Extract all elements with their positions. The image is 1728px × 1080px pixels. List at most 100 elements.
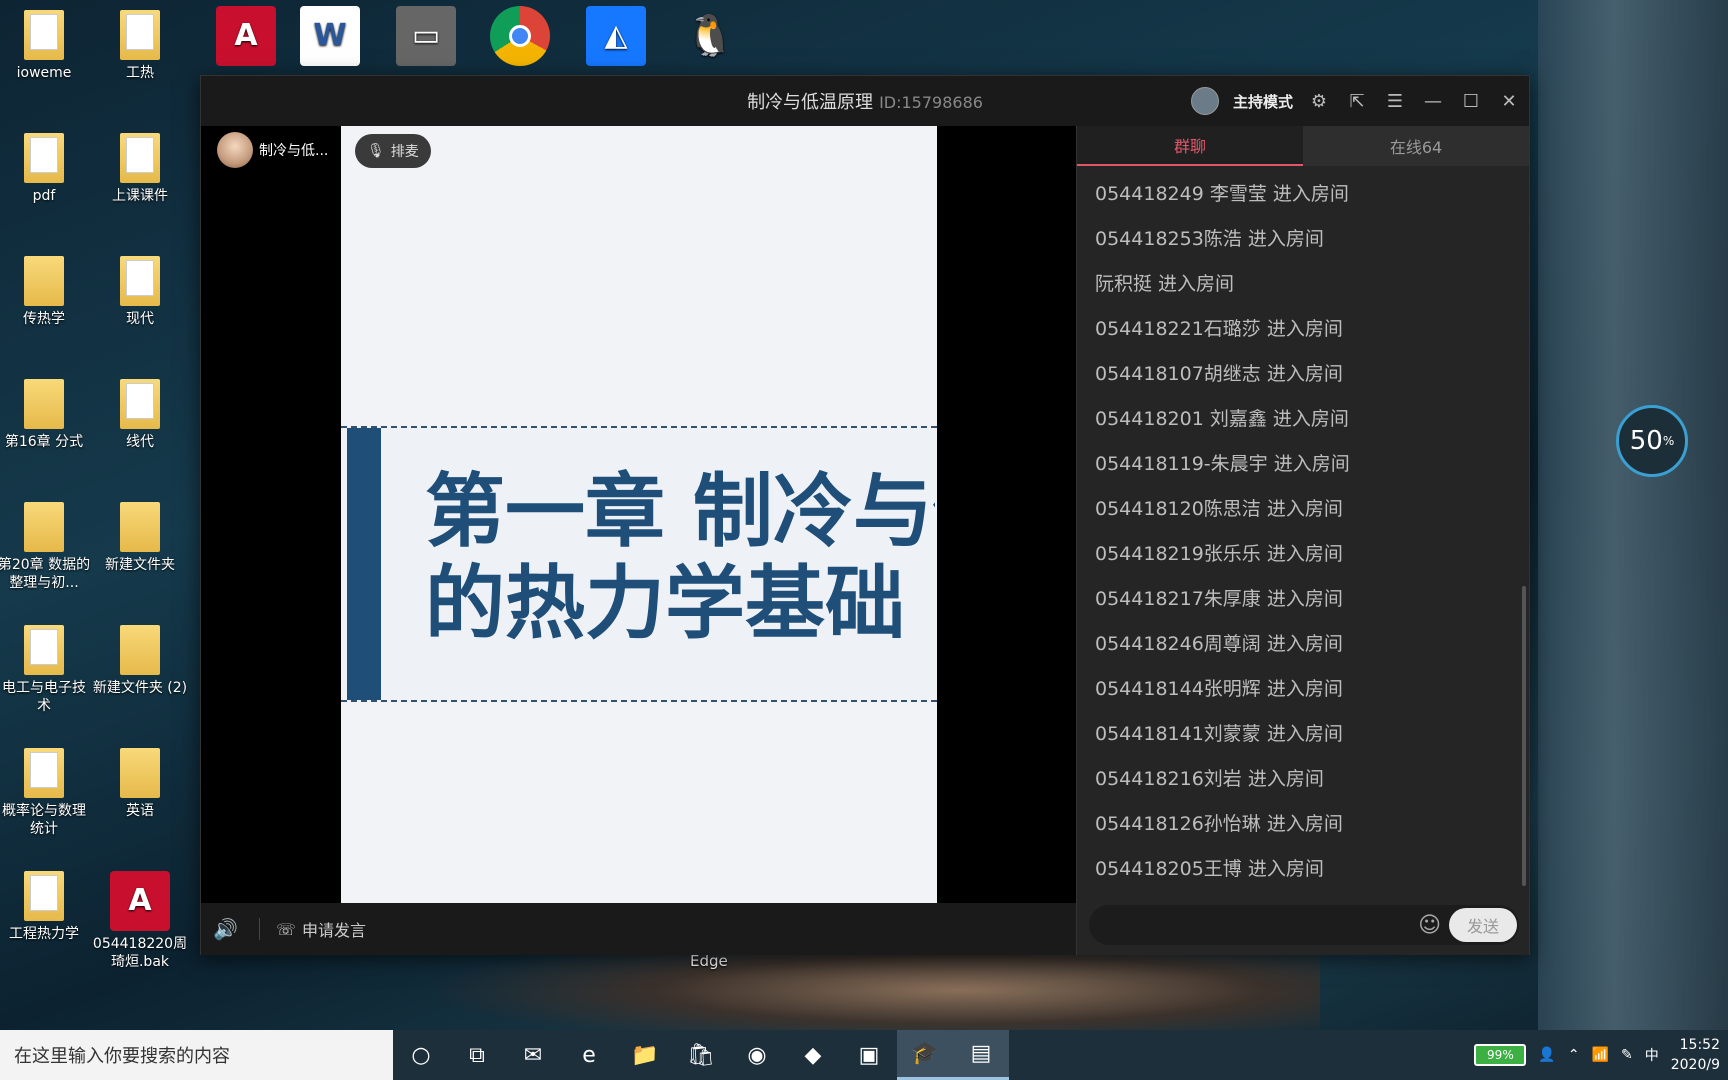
video-shortcut[interactable]: ▭ — [378, 6, 474, 70]
shared-slide: 第一章 制冷与低 的热力学基础 — [341, 126, 937, 903]
presenter-avatar — [217, 132, 253, 168]
settings-icon[interactable]: ⚙ — [1307, 89, 1331, 113]
chrome-taskbar-icon[interactable]: ◉ — [729, 1030, 785, 1080]
host-avatar[interactable] — [1190, 87, 1219, 115]
desktop-item-label: 新建文件夹 — [105, 557, 175, 573]
folder-icon — [120, 625, 160, 675]
file-explorer-icon[interactable]: 📁 — [617, 1030, 673, 1080]
battery-indicator[interactable]: 99% — [1474, 1044, 1527, 1066]
clock[interactable]: 15:52 2020/9 — [1671, 1035, 1720, 1075]
chat-message: 阮积挺 进入房间 — [1095, 273, 1235, 295]
qq-shortcut[interactable]: 🐧 — [662, 6, 758, 70]
tencent-meeting-icon: ◭ — [586, 6, 646, 66]
queue-button[interactable]: 🎙 排麦 — [355, 134, 431, 168]
desktop-item-label: 上课课件 — [112, 188, 168, 204]
desktop-item[interactable]: 传热学 — [0, 256, 92, 328]
desktop-item[interactable]: 工热 — [92, 10, 188, 82]
room-id: ID:15798686 — [879, 93, 983, 112]
autocad-shortcut[interactable]: A — [198, 6, 294, 70]
chat-message: 054418217朱厚康 进入房间 — [1095, 588, 1343, 610]
emoji-icon[interactable]: ☺ — [1418, 913, 1441, 938]
taskbar: 在这里输入你要搜索的内容 ○ ⧉ ✉ e 📁 🛍 ◉ ◆ ▣ 🎓 ▤ 99% 👤… — [0, 1030, 1728, 1080]
host-mode-label[interactable]: 主持模式 — [1233, 91, 1293, 112]
presenter-badge[interactable]: 制冷与低... — [217, 132, 328, 168]
folder-icon — [24, 133, 64, 183]
desktop-item[interactable]: 线代 — [92, 379, 188, 451]
volume-icon[interactable]: 🔊 — [213, 917, 253, 941]
desktop-item[interactable]: A 054418220周琦烜.bak — [92, 871, 188, 971]
desktop-item-label: 新建文件夹 (2) — [92, 680, 188, 696]
desktop-item[interactable]: 上课课件 — [92, 133, 188, 205]
slide-accent-bar — [347, 428, 381, 700]
classroom-window-icon[interactable]: ▤ — [953, 1030, 1009, 1080]
chat-scrollbar[interactable] — [1522, 586, 1526, 886]
edge-icon[interactable]: e — [561, 1030, 617, 1080]
desktop-item[interactable]: 新建文件夹 (2) — [92, 625, 188, 697]
pen-icon[interactable]: ✎ — [1621, 1047, 1633, 1063]
folder-icon — [120, 379, 160, 429]
desktop-item[interactable]: ioweme — [0, 10, 92, 82]
desktop-item[interactable]: 工程热力学 — [0, 871, 92, 943]
people-icon[interactable]: 👤 — [1538, 1047, 1555, 1063]
mail-icon[interactable]: ✉ — [505, 1030, 561, 1080]
desktop-item[interactable]: 新建文件夹 — [92, 502, 188, 574]
folder-icon — [24, 10, 64, 60]
chevron-up-icon[interactable]: ⌃ — [1568, 1047, 1580, 1063]
chat-message: 054418253陈浩 进入房间 — [1095, 228, 1324, 250]
desktop-item[interactable]: 英语 — [92, 748, 188, 820]
chat-message: 054418144张明辉 进入房间 — [1095, 678, 1343, 700]
desktop-item[interactable]: 第16章 分式 — [0, 379, 92, 451]
chat-input[interactable] — [1089, 917, 1411, 933]
folder-icon — [120, 748, 160, 798]
app-green-icon[interactable]: ◆ — [785, 1030, 841, 1080]
taskbar-search[interactable]: 在这里输入你要搜索的内容 — [0, 1030, 393, 1080]
desktop-item[interactable]: 第20章 数据的整理与初... — [0, 502, 92, 592]
apply-speak-button[interactable]: ☏ 申请发言 — [276, 917, 366, 941]
minimize-icon[interactable]: — — [1421, 89, 1445, 113]
desktop-item-label: 传热学 — [23, 311, 65, 327]
chat-message: 054418141刘蒙蒙 进入房间 — [1095, 723, 1343, 745]
desktop-item-label: 概率论与数理统计 — [2, 803, 86, 837]
performance-meter[interactable]: 50% — [1616, 405, 1688, 477]
chat-message: 054418120陈思洁 进入房间 — [1095, 498, 1343, 520]
microphone-icon: 🎙 — [367, 143, 385, 159]
desktop-item[interactable]: 概率论与数理统计 — [0, 748, 92, 838]
classroom-window: 制冷与低温原理 ID:15798686 主持模式 ⚙ ⇱ ☰ — ☐ ✕ 第一章 … — [200, 75, 1530, 955]
send-button[interactable]: 发送 — [1449, 908, 1517, 942]
chat-message: 054418201 刘嘉鑫 进入房间 — [1095, 408, 1349, 430]
desktop-item[interactable]: pdf — [0, 133, 92, 205]
tab-online[interactable]: 在线64 — [1303, 126, 1529, 166]
close-icon[interactable]: ✕ — [1497, 89, 1521, 113]
menu-icon[interactable]: ☰ — [1383, 89, 1407, 113]
desktop-item-label: pdf — [32, 188, 56, 204]
classroom-app-icon[interactable]: 🎓 — [897, 1030, 953, 1080]
app-red-icon[interactable]: ▣ — [841, 1030, 897, 1080]
chrome-shortcut[interactable] — [472, 6, 568, 70]
maximize-icon[interactable]: ☐ — [1459, 89, 1483, 113]
desktop-item[interactable]: 电工与电子技术 — [0, 625, 92, 715]
task-view-icon[interactable]: ⧉ — [449, 1030, 505, 1080]
chat-message-list[interactable]: 054418249 李雪莹 进入房间 054418253陈浩 进入房间 阮积挺 进入… — [1077, 166, 1529, 898]
cortana-icon[interactable]: ○ — [393, 1030, 449, 1080]
slide-title: 第一章 制冷与低 的热力学基础 — [425, 466, 935, 650]
word-shortcut[interactable]: W — [282, 6, 378, 70]
network-icon[interactable]: 📶 — [1592, 1047, 1609, 1063]
tab-group-chat[interactable]: 群聊 — [1077, 126, 1303, 166]
ime-indicator[interactable]: 中 — [1645, 1045, 1659, 1065]
folder-icon — [120, 502, 160, 552]
clock-time: 15:52 — [1679, 1037, 1720, 1053]
tencent-meeting-shortcut[interactable]: ◭ — [568, 6, 664, 70]
system-tray: 99% 👤 ⌃ 📶 ✎ 中 15:52 2020/9 — [1474, 1035, 1728, 1075]
desktop-item[interactable]: 现代 — [92, 256, 188, 328]
desktop-item-label: 工程热力学 — [9, 926, 79, 942]
folder-icon — [120, 256, 160, 306]
chat-message: 054418249 李雪莹 进入房间 — [1095, 183, 1349, 205]
chrome-icon — [490, 6, 550, 66]
video-file-icon: ▭ — [396, 6, 456, 66]
desktop-item-label: ioweme — [16, 65, 72, 81]
popout-icon[interactable]: ⇱ — [1345, 89, 1369, 113]
store-icon[interactable]: 🛍 — [673, 1030, 729, 1080]
folder-icon — [120, 10, 160, 60]
clock-date: 2020/9 — [1670, 1057, 1720, 1073]
chat-message: 054418246周尊阔 进入房间 — [1095, 633, 1343, 655]
